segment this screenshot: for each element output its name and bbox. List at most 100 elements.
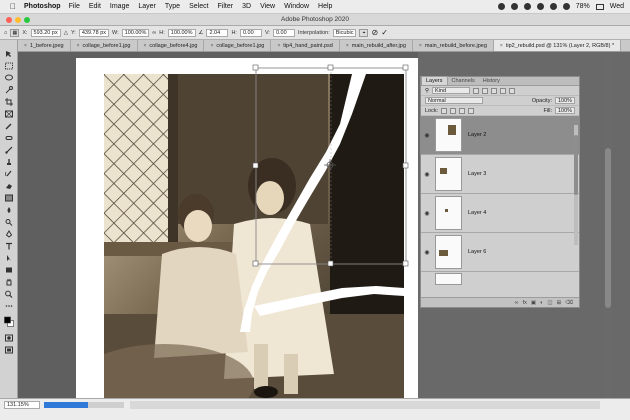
warp-icon[interactable]: ⌖ — [359, 28, 369, 37]
cancel-transform-icon[interactable]: ⊘ — [371, 28, 378, 37]
fill-input[interactable]: 100% — [555, 107, 575, 114]
doc-tab[interactable]: × collage_before1.jpg — [204, 40, 272, 51]
menu-layer[interactable]: Layer — [138, 3, 156, 10]
layer-name[interactable]: Layer 2 — [468, 132, 486, 138]
doc-tab[interactable]: × main_rebuild_after.jpg — [340, 40, 413, 51]
menu-3d[interactable]: 3D — [242, 3, 251, 10]
trash-icon[interactable]: ⌫ — [565, 300, 573, 306]
opacity-input[interactable]: 100% — [555, 97, 575, 104]
doc-tab[interactable]: × main_rebuild_before.jpeg — [413, 40, 494, 51]
blur-tool-icon[interactable] — [4, 206, 14, 214]
link-icon[interactable]: ∞ — [152, 30, 156, 36]
shape-tool-icon[interactable] — [4, 266, 14, 274]
layers-scroll-thumb[interactable] — [574, 135, 578, 195]
creative-cloud-icon[interactable] — [497, 3, 505, 10]
tab-layers[interactable]: Layers — [421, 76, 448, 85]
layer-row-layer-3[interactable]: ◉ Layer 3 — [421, 155, 579, 194]
quick-select-tool-icon[interactable] — [4, 86, 14, 94]
adjustment-icon[interactable]: ◐ — [540, 300, 543, 306]
layer-name[interactable]: Layer 6 — [468, 249, 486, 255]
eyedropper-tool-icon[interactable] — [4, 122, 14, 130]
menu-window[interactable]: Window — [284, 3, 309, 10]
close-window-button[interactable] — [6, 17, 12, 23]
menu-edit[interactable]: Edit — [89, 3, 101, 10]
new-layer-icon[interactable]: ⊞ — [557, 300, 562, 306]
menu-filter[interactable]: Filter — [218, 3, 234, 10]
volume-icon[interactable] — [549, 3, 557, 10]
frame-tool-icon[interactable] — [4, 110, 14, 118]
vskew-input[interactable]: 0.00 — [272, 28, 295, 37]
kind-filter-select[interactable]: Kind — [432, 87, 471, 94]
minimize-window-button[interactable] — [15, 17, 21, 23]
interpolation-select[interactable]: Bicubic — [332, 28, 357, 37]
apple-icon[interactable]:  — [8, 2, 18, 11]
zoom-tool-icon[interactable] — [4, 290, 14, 298]
hand-tool-icon[interactable] — [4, 278, 14, 286]
eraser-tool-icon[interactable] — [4, 182, 14, 190]
filter-smart-icon[interactable] — [509, 87, 516, 94]
commit-transform-icon[interactable]: ✓ — [381, 28, 388, 37]
pen-tool-icon[interactable] — [4, 230, 14, 238]
close-tab-icon[interactable]: × — [346, 40, 349, 51]
canvas-vertical-scrollbar[interactable] — [604, 52, 612, 398]
color-swatches-icon[interactable] — [4, 316, 14, 328]
gradient-tool-icon[interactable] — [4, 194, 14, 202]
brush-tool-icon[interactable] — [4, 146, 14, 154]
layers-scrollbar[interactable] — [574, 125, 578, 245]
lock-all-icon[interactable] — [468, 107, 475, 114]
visibility-eye-icon[interactable]: ◉ — [421, 132, 433, 139]
path-select-tool-icon[interactable] — [4, 254, 14, 262]
fx-icon[interactable]: fx — [523, 300, 527, 306]
layer-name[interactable]: Layer 3 — [468, 171, 486, 177]
filter-adjustment-icon[interactable] — [482, 87, 489, 94]
blend-mode-select[interactable]: Normal — [425, 97, 483, 104]
close-tab-icon[interactable]: × — [144, 40, 147, 51]
close-tab-icon[interactable]: × — [277, 40, 280, 51]
moon-icon[interactable] — [523, 3, 531, 10]
doc-tab[interactable]: × tip4_hand_paint.psd — [271, 40, 340, 51]
tab-history[interactable]: History — [479, 77, 504, 85]
reference-point-icon[interactable]: ▦ — [10, 28, 20, 37]
filter-shape-icon[interactable] — [500, 87, 507, 94]
sync-icon[interactable] — [510, 3, 518, 10]
menu-type[interactable]: Type — [165, 3, 180, 10]
wifi-icon[interactable] — [562, 3, 570, 10]
doc-tab-active[interactable]: × tip2_rebuild.psd @ 131% (Layer 2, RGB/8… — [493, 40, 622, 51]
menu-day[interactable]: Wed — [610, 3, 624, 10]
history-brush-icon[interactable] — [4, 170, 14, 178]
more-tools-icon[interactable] — [4, 302, 14, 310]
lock-pixels-icon[interactable] — [441, 107, 448, 114]
home-icon[interactable]: ⌂ — [4, 30, 7, 36]
delta-icon[interactable]: △ — [64, 30, 68, 36]
tab-channels[interactable]: Channels — [448, 77, 479, 85]
doc-tab[interactable]: × collage_before4.jpg — [138, 40, 205, 51]
visibility-eye-icon[interactable]: ◉ — [421, 210, 433, 217]
lasso-tool-icon[interactable] — [4, 74, 14, 82]
layer-row-layer-6[interactable]: ◉ Layer 6 — [421, 233, 579, 272]
menu-image[interactable]: Image — [110, 3, 129, 10]
clone-stamp-icon[interactable] — [4, 158, 14, 166]
layer-row-partial[interactable] — [421, 272, 579, 286]
zoom-window-button[interactable] — [24, 17, 30, 23]
scroll-thumb[interactable] — [605, 148, 611, 308]
move-tool-icon[interactable] — [4, 50, 14, 58]
screen-mode-icon[interactable] — [4, 346, 14, 354]
height-input[interactable]: 100.00% — [167, 28, 196, 37]
menu-help[interactable]: Help — [318, 3, 332, 10]
group-folder-icon[interactable]: ◫ — [547, 300, 552, 306]
menu-select[interactable]: Select — [189, 3, 208, 10]
hskew-input[interactable]: 0.00 — [239, 28, 262, 37]
add-mask-icon[interactable]: ▣ — [531, 300, 536, 306]
menu-file[interactable]: File — [69, 3, 80, 10]
layer-name[interactable]: Layer 4 — [468, 210, 486, 216]
filter-pixel-icon[interactable] — [473, 87, 480, 94]
crop-tool-icon[interactable] — [4, 98, 14, 106]
link-layers-icon[interactable]: ∞ — [515, 300, 519, 306]
close-tab-icon[interactable]: × — [210, 40, 213, 51]
filter-type-icon[interactable] — [491, 87, 498, 94]
menu-view[interactable]: View — [260, 3, 275, 10]
x-input[interactable]: 593.20 px — [30, 28, 61, 37]
doc-tab[interactable]: × collage_before1.jpg — [71, 40, 138, 51]
close-tab-icon[interactable]: × — [77, 40, 80, 51]
document-canvas[interactable] — [18, 52, 418, 398]
